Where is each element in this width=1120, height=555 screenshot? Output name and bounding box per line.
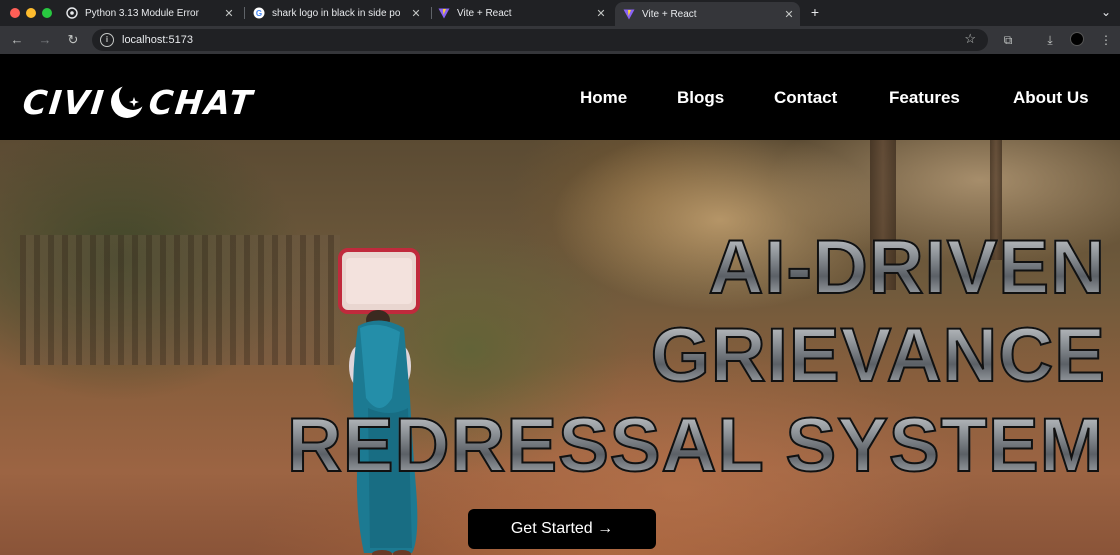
nav-features[interactable]: Features [889,88,960,108]
tab-title: shark logo in black in side po [272,7,401,19]
tab-vite-react-1[interactable]: Vite + React ✕ [430,2,612,24]
new-tab-icon[interactable]: + [807,4,823,20]
close-tab-icon[interactable]: ✕ [409,7,423,20]
google-icon: G [253,7,265,19]
browser-menu-icon[interactable]: ⋮ [1097,31,1115,49]
browser-toolbar: ← → ↻ i localhost:5173 ☆ ⧉ ⤓ ⋮ [0,26,1120,54]
reload-icon[interactable]: ↻ [64,31,82,49]
tab-shark-logo-search[interactable]: G shark logo in black in side po ✕ [245,2,427,24]
vite-icon [623,8,635,20]
extensions-icon[interactable]: ⧉ [999,31,1017,49]
close-tab-icon[interactable]: ✕ [222,7,236,20]
tab-title: Python 3.13 Module Error [85,7,199,19]
close-tab-icon[interactable]: ✕ [594,7,608,20]
hero-section: AI-DRIVEN GRIEVANCE REDRESSAL SYSTEM Get… [0,140,1120,555]
logo-text-right: CHAT [147,82,257,122]
profile-avatar[interactable] [1070,32,1084,46]
svg-text:G: G [256,9,262,18]
tab-search-chevron-icon[interactable]: ⌄ [1098,4,1114,20]
address-bar[interactable]: i localhost:5173 ☆ [92,29,988,51]
civichat-logo[interactable]: CIVI CHAT [20,82,257,122]
site-navbar: CIVI CHAT Home Blogs Contact Features Ab… [0,54,1120,140]
tab-title: Vite + React [642,8,697,20]
site-info-icon[interactable]: i [100,33,114,47]
tab-title: Vite + React [457,7,512,19]
tab-vite-react-active[interactable]: Vite + React ✕ [615,2,800,26]
nav-home[interactable]: Home [580,88,627,108]
forward-arrow-icon[interactable]: → [36,31,54,49]
vite-icon [438,7,450,19]
web-page: CIVI CHAT Home Blogs Contact Features Ab… [0,54,1120,555]
nav-contact[interactable]: Contact [774,88,837,108]
background-fence [20,235,340,365]
maximize-window-button[interactable] [42,8,52,18]
nav-about-us[interactable]: About Us [1013,88,1089,108]
hero-headline-line-3: REDRESSAL SYSTEM [286,402,1104,489]
logo-text-left: CIVI [20,82,108,122]
close-window-button[interactable] [10,8,20,18]
nav-blogs[interactable]: Blogs [677,88,724,108]
download-icon[interactable]: ⤓ [1041,31,1059,49]
chatgpt-icon [66,7,78,19]
back-arrow-icon[interactable]: ← [8,31,26,49]
hero-headline-line-2: GRIEVANCE [650,312,1106,399]
get-started-button[interactable]: Get Started → [468,509,656,549]
bookmark-star-icon[interactable]: ☆ [964,31,976,47]
tab-strip: Python 3.13 Module Error ✕ G shark logo … [0,0,1120,26]
crescent-star-icon [107,82,148,122]
close-tab-icon[interactable]: ✕ [782,8,796,21]
hero-headline-line-1: AI-DRIVEN [708,224,1106,311]
url-text[interactable]: localhost:5173 [122,34,193,46]
tab-python-module-error[interactable]: Python 3.13 Module Error ✕ [58,2,240,24]
minimize-window-button[interactable] [26,8,36,18]
